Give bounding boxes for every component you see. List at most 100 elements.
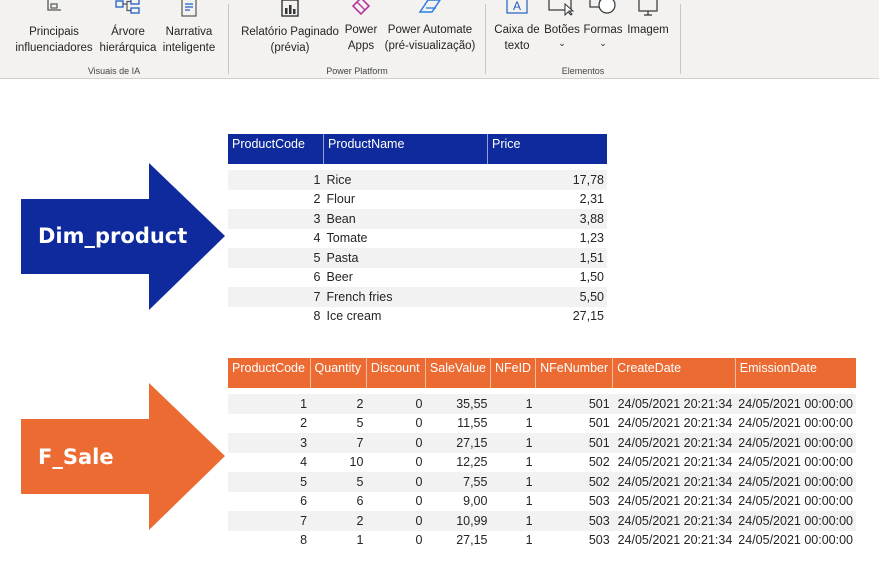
table-cell-salevalue: 27,15 xyxy=(425,433,491,453)
table-cell-productcode: 1 xyxy=(228,394,311,414)
table-cell-discount: 0 xyxy=(366,491,426,511)
shapes-button[interactable]: Formas ⌄ xyxy=(582,0,624,48)
column-header-emissiondate[interactable]: EmissionDate xyxy=(735,358,856,388)
buttons-icon xyxy=(548,0,575,16)
power-automate-button[interactable]: Power Automate (pré-visualização) xyxy=(381,0,479,54)
ribbon-group-elements: A Caixa de texto Botões ⌄ Formas ⌄ Image… xyxy=(486,0,680,78)
power-apps-button[interactable]: Power Apps xyxy=(339,0,383,54)
table-cell-nfenumber: 502 xyxy=(535,452,613,472)
table-cell-emissiondate: 24/05/2021 00:00:00 xyxy=(735,472,856,492)
table-cell-salevalue: 9,00 xyxy=(425,491,491,511)
table-cell-productcode: 2 xyxy=(228,189,324,209)
table-cell-nfenumber: 503 xyxy=(535,511,613,531)
table-cell-createdate: 24/05/2021 20:21:34 xyxy=(612,413,736,433)
column-header-productcode[interactable]: ProductCode xyxy=(228,134,324,164)
table-cell-createdate: 24/05/2021 20:21:34 xyxy=(612,491,736,511)
table-cell-price: 5,50 xyxy=(487,287,607,307)
table-cell-productname: French fries xyxy=(323,287,488,307)
column-header-discount[interactable]: Discount xyxy=(366,358,426,388)
table-cell-salevalue: 12,25 xyxy=(425,452,491,472)
text-box-icon: A xyxy=(506,0,528,14)
table-cell-nfeid: 1 xyxy=(490,491,536,511)
table-row[interactable]: 2 5 0 11,55 1 501 24/05/2021 20:21:34 24/05/202… xyxy=(228,413,856,433)
table-row[interactable]: 3 7 0 27,15 1 501 24/05/2021 20:21:34 24/05/202… xyxy=(228,433,856,453)
text-box-button[interactable]: A Caixa de texto xyxy=(492,0,542,54)
table-row[interactable]: 4 10 0 12,25 1 502 24/05/2021 20:21:34 24/05/20… xyxy=(228,452,856,472)
table-row[interactable]: 3 Bean 3,88 xyxy=(228,209,607,229)
table-cell-productcode: 4 xyxy=(228,452,311,472)
decomposition-tree-button[interactable]: Árvore hierárquica xyxy=(97,0,159,56)
table-cell-nfeid: 1 xyxy=(490,433,536,453)
column-header-createdate[interactable]: CreateDate xyxy=(612,358,736,388)
table-cell-nfeid: 1 xyxy=(490,530,536,550)
key-influencers-label-2: influenciadores xyxy=(15,42,93,54)
table-row[interactable]: 7 French fries 5,50 xyxy=(228,287,607,307)
table-cell-quantity: 1 xyxy=(310,530,367,550)
table-cell-salevalue: 27,15 xyxy=(425,530,491,550)
svg-text:A: A xyxy=(513,0,521,13)
ribbon-divider xyxy=(680,4,681,74)
table-cell-createdate: 24/05/2021 20:21:34 xyxy=(612,530,736,550)
table-row[interactable]: 4 Tomate 1,23 xyxy=(228,228,607,248)
table-cell-createdate: 24/05/2021 20:21:34 xyxy=(612,433,736,453)
table-row[interactable]: 1 Rice 17,78 xyxy=(228,170,607,190)
column-header-salevalue[interactable]: SaleValue xyxy=(425,358,491,388)
table-cell-discount: 0 xyxy=(366,530,426,550)
table-row[interactable]: 8 1 0 27,15 1 503 24/05/2021 20:21:34 24/05/202… xyxy=(228,530,856,550)
table-row[interactable]: 6 6 0 9,00 1 503 24/05/2021 20:21:34 24/05/2021… xyxy=(228,491,856,511)
table-row[interactable]: 5 5 0 7,55 1 502 24/05/2021 20:21:34 24/05/2021… xyxy=(228,472,856,492)
table-cell-productcode: 2 xyxy=(228,413,311,433)
table-row[interactable]: 7 2 0 10,99 1 503 24/05/2021 20:21:34 24/05/202… xyxy=(228,511,856,531)
table-cell-productname: Ice cream xyxy=(323,306,488,326)
table-header-row: ProductCode Quantity Discount SaleValue … xyxy=(228,358,856,388)
shapes-label: Formas xyxy=(583,24,623,36)
decomposition-tree-icon xyxy=(115,0,140,14)
column-header-nfenumber[interactable]: NFeNumber xyxy=(535,358,614,388)
column-header-price[interactable]: Price xyxy=(487,134,607,164)
f-sale-body: 1 2 0 35,55 1 501 24/05/2021 20:21:34 24/05/202… xyxy=(228,388,856,550)
key-influencers-button[interactable]: Principais influenciadores xyxy=(12,0,96,56)
column-header-nfeid[interactable]: NFeID xyxy=(490,358,537,388)
table-cell-salevalue: 11,55 xyxy=(425,413,491,433)
table-row[interactable]: 5 Pasta 1,51 xyxy=(228,248,607,268)
column-header-quantity[interactable]: Quantity xyxy=(310,358,367,388)
paginated-report-button[interactable]: Relatório Paginado (prévia) xyxy=(235,0,345,56)
table-row[interactable]: 6 Beer 1,50 xyxy=(228,267,607,287)
table-row[interactable]: 8 Ice cream 27,15 xyxy=(228,306,607,326)
table-cell-nfenumber: 501 xyxy=(535,413,613,433)
buttons-button[interactable]: Botões ⌄ xyxy=(542,0,582,48)
table-cell-productname: Pasta xyxy=(323,248,488,268)
table-cell-discount: 0 xyxy=(366,394,426,414)
table-cell-emissiondate: 24/05/2021 00:00:00 xyxy=(735,491,856,511)
table-cell-createdate: 24/05/2021 20:21:34 xyxy=(612,511,736,531)
smart-narrative-icon xyxy=(181,0,197,17)
image-button[interactable]: Imagem xyxy=(624,0,672,38)
ribbon-group-ai-visuals: Principais influenciadores Árvore hierár… xyxy=(0,0,228,78)
ribbon-group-power-platform: Relatório Paginado (prévia) Power Apps P… xyxy=(229,0,485,78)
table-row[interactable]: 2 Flour 2,31 xyxy=(228,189,607,209)
table-row[interactable]: 1 2 0 35,55 1 501 24/05/2021 20:21:34 24/05/202… xyxy=(228,394,856,414)
image-label: Imagem xyxy=(627,24,669,36)
paginated-report-label-1: Relatório Paginado xyxy=(241,26,339,38)
table-cell-price: 1,23 xyxy=(487,228,607,248)
column-header-productname[interactable]: ProductName xyxy=(323,134,488,164)
table-cell-quantity: 10 xyxy=(310,452,367,472)
power-automate-label-1: Power Automate xyxy=(387,24,473,36)
table-cell-discount: 0 xyxy=(366,472,426,492)
column-header-productcode[interactable]: ProductCode xyxy=(228,358,311,388)
paginated-report-label-2: (prévia) xyxy=(270,42,310,54)
image-icon xyxy=(638,0,658,16)
table-cell-productcode: 3 xyxy=(228,209,324,229)
table-cell-discount: 0 xyxy=(366,452,426,472)
decomposition-tree-label-1: Árvore xyxy=(111,26,145,38)
table-cell-nfeid: 1 xyxy=(490,394,536,414)
table-cell-emissiondate: 24/05/2021 00:00:00 xyxy=(735,511,856,531)
text-box-label-1: Caixa de xyxy=(494,24,540,36)
dim-product-label: Dim_product xyxy=(38,224,188,248)
power-apps-label-2: Apps xyxy=(347,40,375,52)
smart-narrative-button[interactable]: Narrativa inteligente xyxy=(158,0,220,56)
table-cell-productname: Flour xyxy=(323,189,488,209)
table-cell-quantity: 5 xyxy=(310,472,367,492)
table-cell-createdate: 24/05/2021 20:21:34 xyxy=(612,452,736,472)
ribbon: Principais influenciadores Árvore hierár… xyxy=(0,0,879,79)
